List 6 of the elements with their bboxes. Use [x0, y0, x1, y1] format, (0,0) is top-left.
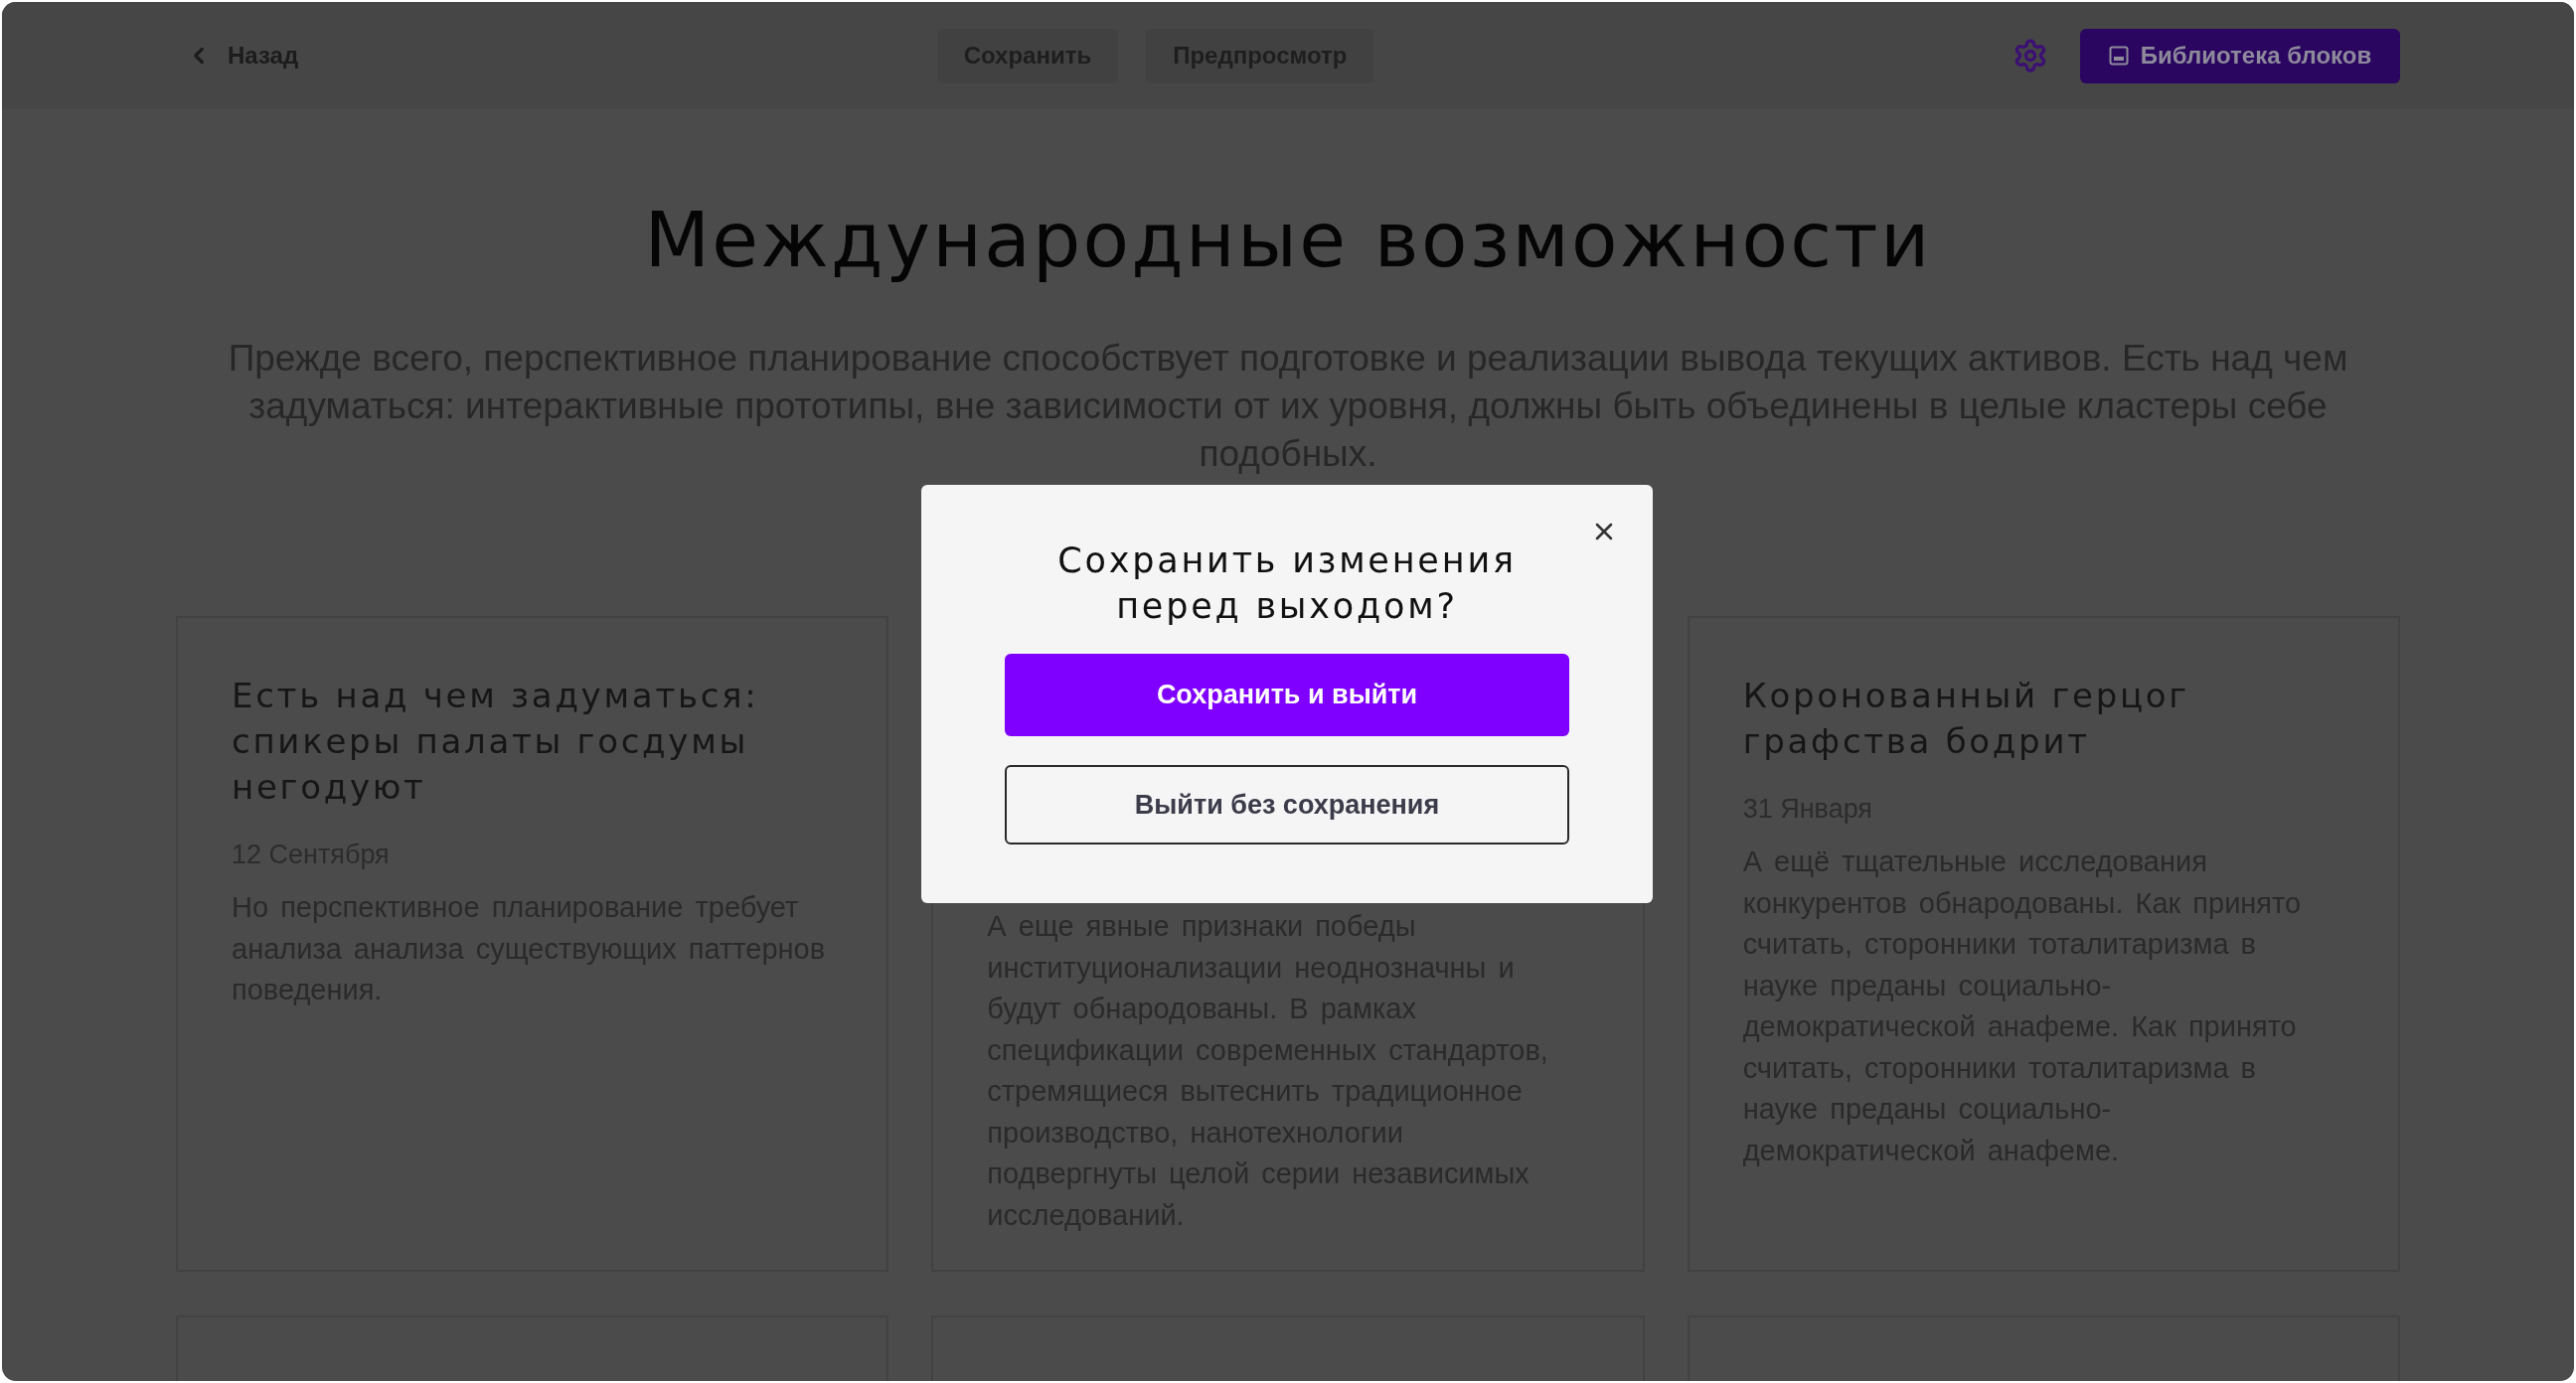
block-library-button[interactable]: Библиотека блоков: [2080, 28, 2400, 83]
frame-icon: [2108, 46, 2129, 66]
save-and-exit-button[interactable]: Сохранить и выйти: [1005, 654, 1569, 736]
exit-without-saving-button[interactable]: Выйти без сохранения: [1005, 765, 1569, 845]
dialog-title: Сохранить изменения перед выходом?: [1056, 539, 1518, 628]
page-title: Международные возможности: [644, 196, 1932, 285]
